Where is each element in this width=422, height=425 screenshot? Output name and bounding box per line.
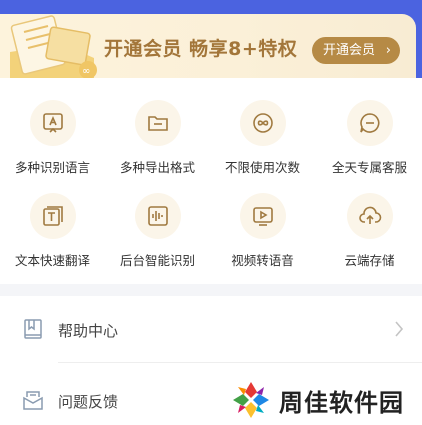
text-translate-icon <box>29 193 76 239</box>
chat-bubble-icon <box>346 100 393 146</box>
feature-item-text-translate[interactable]: 文本快速翻译 <box>0 193 105 269</box>
feature-item-unlimited-use[interactable]: 不限使用次数 <box>210 100 315 176</box>
menu-item-label: 帮助中心 <box>58 322 119 340</box>
open-vip-button[interactable]: 开通会员 › <box>312 37 400 64</box>
feature-item-background-recognition[interactable]: 后台智能识别 <box>105 193 210 269</box>
folder-icon <box>134 100 181 146</box>
feature-grid: 多种识别语言 多种导出格式 不限使用次数 全天专属客服 文本快速翻译 后台智能识… <box>0 78 422 284</box>
chevron-right-icon: › <box>385 43 391 58</box>
watermark-logo-icon <box>233 382 269 418</box>
menu-item-label: 问题反馈 <box>58 393 119 411</box>
cloud-upload-icon <box>346 193 393 239</box>
watermark: 周佳软件园 <box>229 376 422 424</box>
watermark-text: 周佳软件园 <box>279 389 404 417</box>
vip-banner[interactable]: ∞ 开通会员 畅享8+特权 开通会员 › <box>0 14 416 78</box>
feature-label: 不限使用次数 <box>224 160 300 175</box>
open-vip-button-label: 开通会员 <box>323 43 376 58</box>
infinity-icon <box>239 100 286 146</box>
text-recognition-icon <box>29 100 76 146</box>
feature-item-recognition-language[interactable]: 多种识别语言 <box>0 100 105 176</box>
mail-icon <box>23 391 43 410</box>
audio-wave-icon <box>134 193 181 239</box>
video-play-icon <box>239 193 286 239</box>
feature-label: 云端存储 <box>344 253 395 268</box>
feature-label: 后台智能识别 <box>119 253 195 268</box>
book-icon <box>24 319 42 339</box>
feature-label: 文本快速翻译 <box>14 253 90 268</box>
feature-item-cloud-storage[interactable]: 云端存储 <box>317 193 422 269</box>
feature-label: 全天专属客服 <box>331 160 407 175</box>
feature-item-export-formats[interactable]: 多种导出格式 <box>105 100 210 176</box>
chevron-right-icon <box>395 321 404 337</box>
feature-label: 视频转语音 <box>231 253 294 268</box>
svg-text:∞: ∞ <box>82 66 90 77</box>
vip-illustration-icon: ∞ <box>10 15 97 78</box>
feature-label: 多种导出格式 <box>119 160 195 175</box>
feature-label: 多种识别语言 <box>14 160 90 175</box>
feature-item-video-to-audio[interactable]: 视频转语音 <box>210 193 315 269</box>
menu-item-help-center[interactable]: 帮助中心 <box>0 296 422 363</box>
vip-promo-text: 开通会员 畅享8+特权 <box>104 38 298 60</box>
feature-item-customer-service[interactable]: 全天专属客服 <box>317 100 422 176</box>
